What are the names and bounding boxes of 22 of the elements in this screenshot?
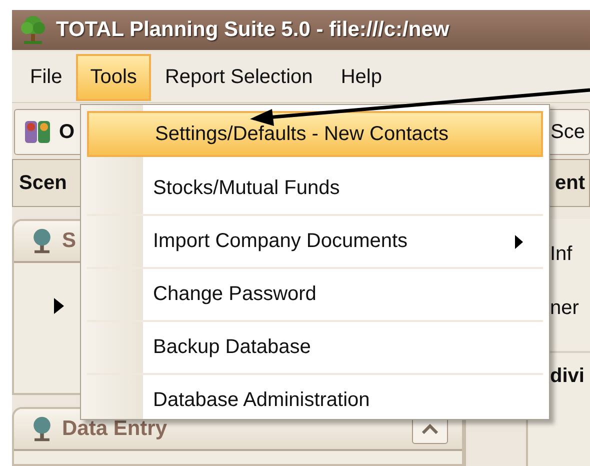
toolbar-text: Sce xyxy=(550,120,585,144)
menu-item[interactable]: Stocks/Mutual Funds xyxy=(87,163,543,216)
panel-title: Data Entry xyxy=(62,417,168,441)
menu-item[interactable]: Help xyxy=(326,54,396,100)
menu-item[interactable]: Change Password xyxy=(87,269,543,322)
row-pointer-icon xyxy=(54,298,64,314)
toolbar-label: O xyxy=(59,120,75,144)
tab[interactable]: ent xyxy=(555,172,585,194)
panel-title: S xyxy=(62,229,76,253)
submenu-arrow-icon xyxy=(515,234,523,248)
window-title: TOTAL Planning Suite 5.0 - file:///c:/new xyxy=(56,18,450,42)
menu-item[interactable]: Backup Database xyxy=(87,322,543,375)
menu-item[interactable]: Settings/Defaults - New Contacts xyxy=(87,111,543,157)
tree-icon xyxy=(18,15,48,45)
menu-item[interactable]: Import Company Documents xyxy=(87,216,543,269)
menu-item[interactable]: Tools xyxy=(76,54,151,100)
field-label: ner xyxy=(549,297,580,321)
chevron-up-icon xyxy=(422,424,438,434)
menu-item[interactable]: Report Selection xyxy=(150,54,327,100)
field-label: Inf xyxy=(549,243,574,267)
tab[interactable]: Scen xyxy=(19,172,67,194)
menu-item[interactable]: File xyxy=(16,54,76,100)
